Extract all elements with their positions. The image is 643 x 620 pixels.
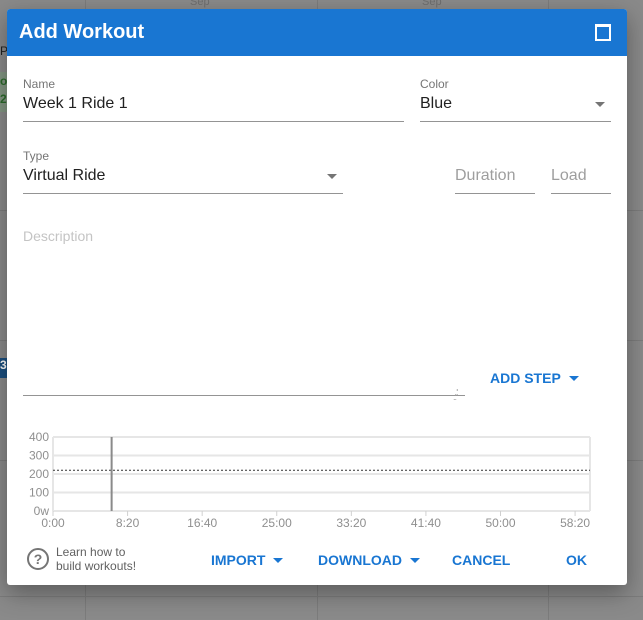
description-textarea[interactable]: Description — [23, 228, 93, 244]
workout-chart: 0w 100 200 300 400 0:00 8:20 16:40 25:00 33:20 41:… — [7, 429, 627, 539]
download-label: DOWNLOAD — [318, 552, 402, 568]
type-select[interactable]: Type Virtual Ride — [23, 149, 343, 194]
ok-button[interactable]: OK — [566, 552, 587, 568]
help-link[interactable]: ? Learn how to build workouts! — [27, 545, 146, 573]
caret-down-icon — [568, 375, 579, 381]
color-select[interactable]: Color Blue — [420, 77, 611, 122]
x-tick-label: 41:40 — [411, 516, 441, 530]
maximize-button[interactable] — [595, 24, 611, 41]
caret-down-icon — [410, 557, 420, 563]
y-tick-label: 200 — [29, 467, 49, 481]
y-tick-label: 300 — [29, 449, 49, 463]
description-underline — [23, 395, 465, 396]
help-text: Learn how to build workouts! — [56, 545, 146, 573]
cancel-button[interactable]: CANCEL — [452, 552, 510, 568]
maximize-icon — [595, 24, 611, 41]
import-label: IMPORT — [211, 552, 266, 568]
help-circle-icon: ? — [27, 548, 49, 570]
color-label: Color — [420, 77, 449, 91]
bg-header-label: Sep — [422, 0, 442, 8]
name-input[interactable]: Week 1 Ride 1 — [23, 95, 404, 113]
dialog-title: Add Workout — [19, 21, 145, 43]
load-underline — [551, 193, 611, 194]
name-underline — [23, 121, 404, 122]
workout-chart-svg: 0w1002003004000:00 8:20 16:40 25:00 33:20 41:… — [29, 430, 591, 530]
y-tick-label: 100 — [29, 486, 49, 500]
duration-placeholder: Duration — [455, 167, 516, 184]
type-underline — [23, 193, 343, 194]
y-tick-label: 400 — [29, 430, 49, 444]
resize-grip-icon[interactable]: . .:.: — [453, 383, 463, 402]
name-label: Name — [23, 77, 56, 91]
name-field[interactable]: Name Week 1 Ride 1 — [23, 77, 404, 122]
add-step-label: ADD STEP — [490, 370, 561, 386]
x-tick-label: 8:20 — [116, 516, 140, 530]
add-workout-dialog: Add Workout Name Week 1 Ride 1 Color Blu… — [7, 9, 627, 585]
chevron-down-icon — [595, 102, 605, 107]
x-tick-label: 16:40 — [187, 516, 217, 530]
help-text-line: build workouts! — [56, 559, 137, 573]
duration-underline — [455, 193, 535, 194]
color-value: Blue — [420, 95, 453, 112]
x-tick-label: 50:00 — [485, 516, 515, 530]
chevron-down-icon — [327, 174, 337, 179]
add-step-button[interactable]: ADD STEP — [490, 370, 579, 386]
type-value: Virtual Ride — [23, 167, 106, 184]
load-placeholder: Load — [551, 167, 587, 184]
help-text-line: Learn how to — [56, 545, 126, 559]
color-underline — [420, 121, 611, 122]
duration-input[interactable]: Duration — [455, 167, 535, 194]
x-tick-label: 58:20 — [560, 516, 590, 530]
caret-down-icon — [273, 557, 284, 563]
load-input[interactable]: Load — [551, 167, 611, 194]
download-button[interactable]: DOWNLOAD — [318, 552, 420, 568]
bg-divider — [0, 596, 643, 597]
import-button[interactable]: IMPORT — [211, 552, 284, 568]
dialog-titlebar: Add Workout — [7, 9, 627, 56]
x-tick-label: 25:00 — [262, 516, 292, 530]
x-tick-label: 0:00 — [41, 516, 65, 530]
type-label: Type — [23, 149, 50, 163]
bg-header-label: Sep — [190, 0, 210, 8]
x-tick-label: 33:20 — [336, 516, 366, 530]
